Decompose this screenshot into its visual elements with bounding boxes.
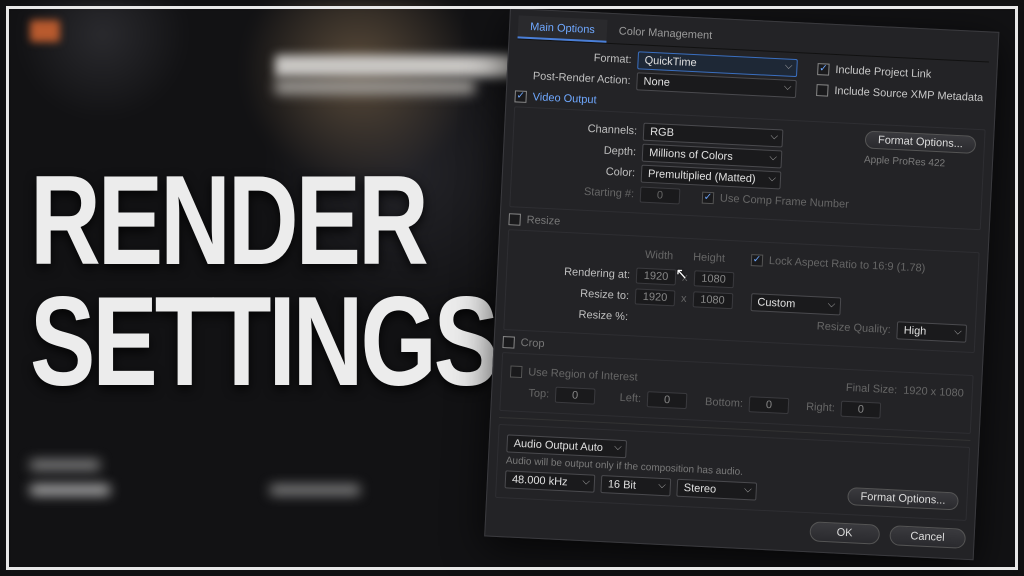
resize-to-label: Resize to:: [514, 285, 629, 303]
include-xmp-label: Include Source XMP Metadata: [834, 85, 983, 104]
use-roi-checkbox[interactable]: [510, 365, 523, 378]
crop-label: Crop: [520, 337, 544, 350]
video-output-checkbox[interactable]: [514, 90, 527, 103]
include-xmp-checkbox[interactable]: [816, 84, 829, 97]
crop-top[interactable]: 0: [555, 387, 596, 405]
include-project-link-checkbox[interactable]: [817, 63, 830, 76]
width-col-label: Width: [637, 249, 682, 263]
cancel-button[interactable]: Cancel: [889, 525, 966, 549]
crop-checkbox[interactable]: [502, 336, 515, 349]
codec-note: Apple ProRes 422: [864, 154, 946, 169]
ok-button[interactable]: OK: [809, 521, 880, 544]
audio-output-select[interactable]: Audio Output Auto: [506, 434, 627, 458]
final-size-value: 1920 x 1080: [903, 385, 964, 400]
format-label: Format:: [516, 48, 631, 66]
use-comp-frame-label: Use Comp Frame Number: [720, 192, 849, 210]
color-label: Color:: [520, 162, 635, 180]
depth-label: Depth:: [521, 141, 636, 159]
resize-quality-label: Resize Quality:: [817, 320, 891, 336]
post-render-select[interactable]: None: [636, 72, 797, 98]
title-line1: RENDER: [30, 160, 496, 281]
tab-main-options[interactable]: Main Options: [518, 15, 608, 42]
use-comp-frame-checkbox[interactable]: [702, 192, 715, 205]
thumbnail-title: RENDER SETTINGS: [30, 160, 496, 402]
resize-label: Resize: [526, 214, 560, 228]
resize-width[interactable]: 1920: [635, 288, 676, 306]
audio-rate-select[interactable]: 48.000 kHz: [505, 470, 596, 492]
audio-bit-select[interactable]: 16 Bit: [600, 475, 671, 496]
tab-color-management[interactable]: Color Management: [606, 20, 725, 49]
format-options-button[interactable]: Format Options...: [865, 131, 977, 154]
resize-pct-label: Resize %:: [513, 306, 628, 324]
rendering-at-label: Rendering at:: [515, 264, 630, 282]
crop-left[interactable]: 0: [647, 391, 688, 409]
resize-preset-select[interactable]: Custom: [750, 293, 841, 315]
audio-channels-select[interactable]: Stereo: [676, 479, 757, 501]
output-module-settings-panel: ↖ Main Options Color Management Format: …: [484, 8, 999, 560]
render-width: 1920: [636, 267, 677, 285]
crop-left-label: Left:: [601, 391, 642, 405]
resize-quality-select[interactable]: High: [896, 321, 967, 342]
include-project-link-label: Include Project Link: [835, 64, 931, 81]
channels-label: Channels:: [522, 120, 637, 138]
render-height: 1080: [693, 270, 734, 288]
starting-value[interactable]: 0: [640, 187, 681, 205]
use-roi-label: Use Region of Interest: [528, 366, 638, 383]
final-size-label: Final Size:: [846, 382, 898, 396]
audio-format-options-button[interactable]: Format Options...: [847, 487, 959, 510]
video-output-label: Video Output: [532, 91, 597, 106]
lock-aspect-checkbox[interactable]: [751, 254, 764, 267]
crop-bottom-label: Bottom:: [693, 395, 744, 409]
crop-bottom[interactable]: 0: [749, 396, 790, 414]
lock-aspect-label: Lock Aspect Ratio to 16:9 (1.78): [769, 255, 926, 275]
crop-right-label: Right:: [795, 400, 836, 414]
title-line2: SETTINGS: [30, 281, 496, 402]
height-col-label: Height: [687, 251, 732, 265]
post-render-label: Post-Render Action:: [515, 69, 630, 87]
crop-top-label: Top:: [509, 386, 550, 400]
crop-right[interactable]: 0: [840, 401, 881, 419]
resize-checkbox[interactable]: [508, 213, 521, 226]
starting-label: Starting #:: [519, 183, 634, 201]
resize-height[interactable]: 1080: [692, 291, 733, 309]
